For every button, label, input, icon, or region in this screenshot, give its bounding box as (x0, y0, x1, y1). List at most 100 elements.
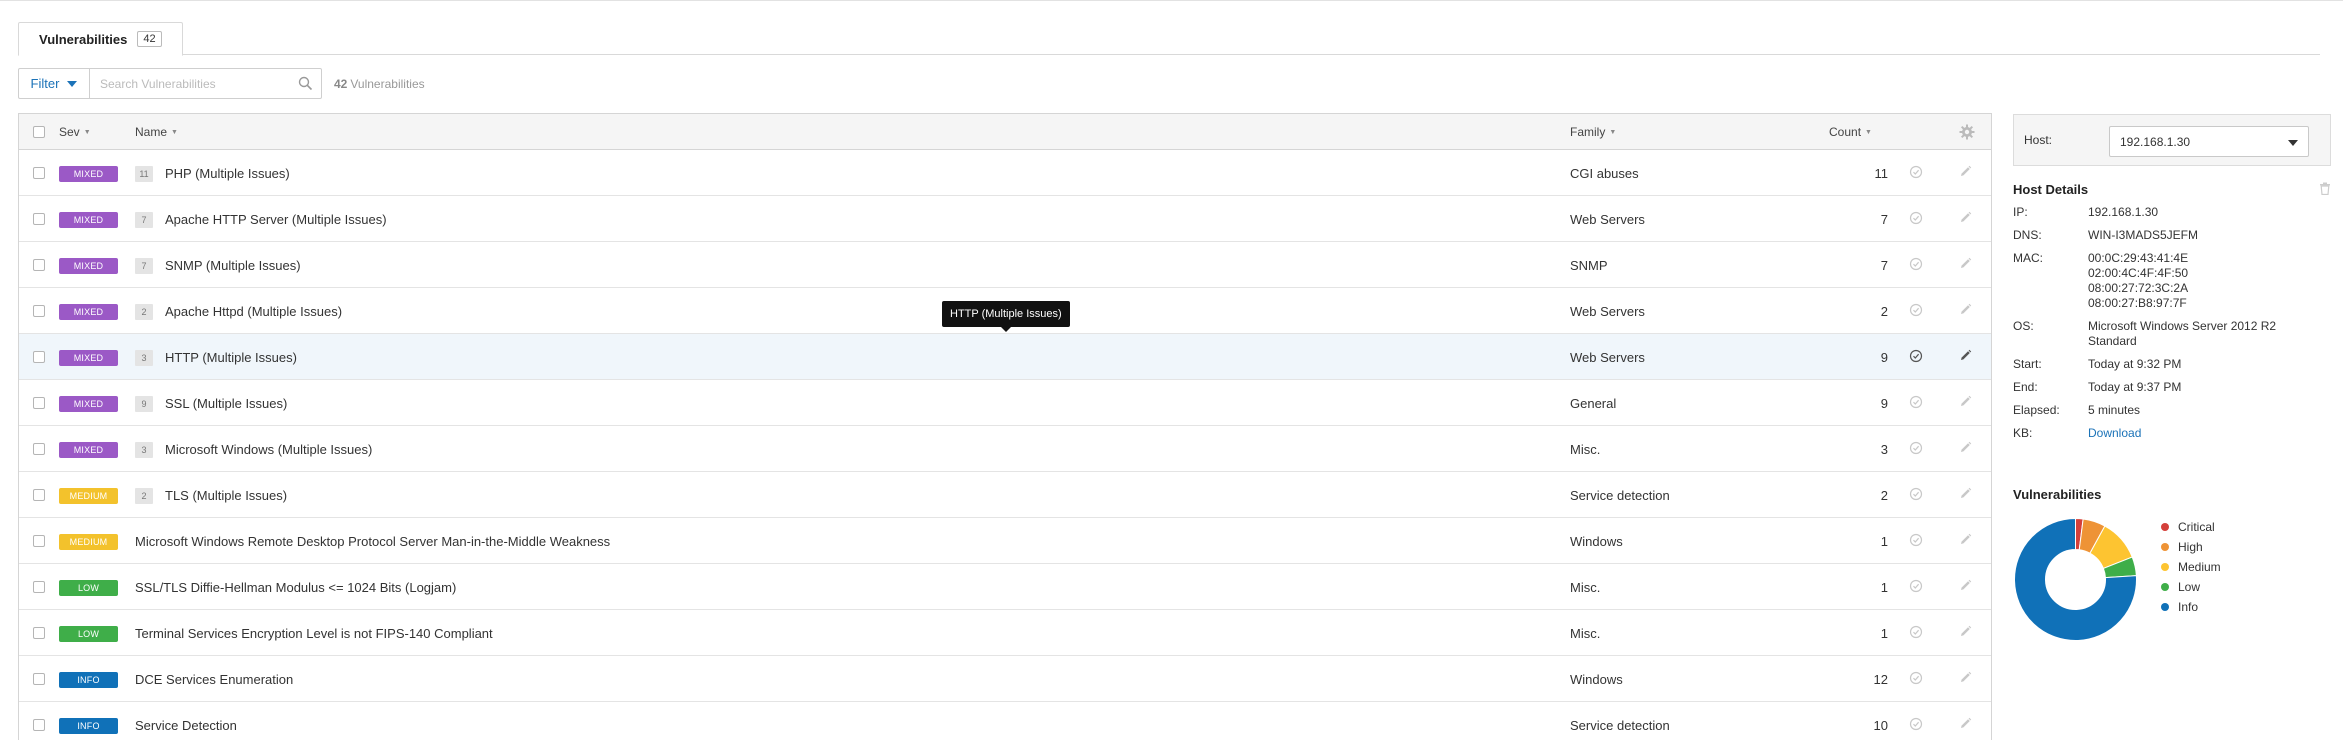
pencil-icon[interactable] (1959, 533, 1972, 549)
pencil-icon[interactable] (1959, 441, 1972, 457)
table-row[interactable]: LOW Terminal Services Encryption Level is… (19, 610, 1991, 656)
vulnerability-name[interactable]: Terminal Services Encryption Level is no… (135, 610, 493, 656)
filter-button[interactable]: Filter (18, 68, 90, 99)
check-circle-icon[interactable] (1909, 349, 1923, 366)
vulnerability-name[interactable]: Service Detection (135, 702, 237, 740)
check-circle-icon[interactable] (1909, 395, 1923, 412)
table-row[interactable]: MIXED 7 Apache HTTP Server (Multiple Issue… (19, 196, 1991, 242)
vulnerability-name[interactable]: SSL (Multiple Issues) (165, 380, 287, 426)
row-checkbox[interactable] (33, 673, 45, 685)
table-row[interactable]: MIXED 9 SSL (Multiple Issues) General 9 (19, 380, 1991, 426)
pencil-icon[interactable] (1959, 211, 1972, 227)
table-row[interactable]: MIXED 3 HTTP (Multiple Issues) Web Servers 9 (19, 334, 1991, 380)
table-row[interactable]: LOW SSL/TLS Diffie-Hellman Modulus <= 102… (19, 564, 1991, 610)
row-checkbox[interactable] (33, 627, 45, 639)
sort-icon: ▼ (1865, 128, 1872, 136)
table-row[interactable]: INFO Service Detection Service detection 10 (19, 702, 1991, 740)
vulnerability-name[interactable]: PHP (Multiple Issues) (165, 150, 290, 196)
legend-label: Info (2178, 600, 2199, 614)
pencil-icon[interactable] (1959, 487, 1972, 503)
row-checkbox[interactable] (33, 719, 45, 731)
table-row[interactable]: MIXED 11 PHP (Multiple Issues) CGI abuses 11 (19, 150, 1991, 196)
legend-dot (2161, 543, 2169, 551)
column-count[interactable]: Count ▼ (1829, 114, 1872, 150)
check-circle-icon[interactable] (1909, 579, 1923, 596)
download-link[interactable]: Download (2088, 426, 2141, 440)
vulnerability-name[interactable]: SNMP (Multiple Issues) (165, 242, 301, 288)
row-checkbox[interactable] (33, 443, 45, 455)
column-settings-gear-icon[interactable] (1959, 114, 1975, 150)
vulnerability-family: Windows (1570, 671, 1623, 687)
vulnerability-count-cell: 1 (1880, 625, 1888, 641)
legend-item[interactable]: Low (2161, 577, 2221, 597)
row-checkbox[interactable] (33, 581, 45, 593)
tab-label: Vulnerabilities (39, 31, 128, 47)
table-header: Sev ▼ Name ▼ Family ▼ Count ▼ (19, 114, 1991, 150)
row-checkbox[interactable] (33, 213, 45, 225)
pencil-icon[interactable] (1959, 625, 1972, 641)
check-circle-icon[interactable] (1909, 671, 1923, 688)
check-circle-icon[interactable] (1909, 487, 1923, 504)
table-row[interactable]: INFO DCE Services Enumeration Windows 12 (19, 656, 1991, 702)
vulnerability-name[interactable]: Microsoft Windows Remote Desktop Protoco… (135, 518, 610, 564)
table-row[interactable]: MIXED 3 Microsoft Windows (Multiple Issues… (19, 426, 1991, 472)
pencil-icon[interactable] (1959, 717, 1972, 733)
trash-icon[interactable] (2319, 182, 2331, 195)
check-circle-icon[interactable] (1909, 211, 1923, 228)
column-name[interactable]: Name ▼ (135, 114, 178, 150)
check-circle-icon[interactable] (1909, 441, 1923, 458)
severity-badge: MIXED (59, 258, 118, 274)
vulnerability-name[interactable]: DCE Services Enumeration (135, 656, 293, 702)
check-circle-icon[interactable] (1909, 165, 1923, 182)
table-row[interactable]: MEDIUM Microsoft Windows Remote Desktop P… (19, 518, 1991, 564)
vulnerability-name[interactable]: HTTP (Multiple Issues) (165, 334, 297, 380)
pencil-icon[interactable] (1959, 257, 1972, 273)
vulnerability-name[interactable]: Apache Httpd (Multiple Issues) (165, 288, 342, 334)
select-all-checkbox[interactable] (33, 114, 45, 150)
severity-badge: MEDIUM (59, 534, 118, 550)
check-circle-icon[interactable] (1909, 257, 1923, 274)
pencil-icon[interactable] (1959, 303, 1972, 319)
pencil-icon[interactable] (1959, 165, 1972, 181)
host-detail-key: DNS: (2013, 228, 2042, 242)
tab-vulnerabilities[interactable]: Vulnerabilities 42 (18, 22, 183, 56)
host-select[interactable]: 192.168.1.30 (2109, 126, 2309, 157)
caret-down-icon (67, 80, 78, 87)
legend-item[interactable]: Critical (2161, 517, 2221, 537)
check-circle-icon[interactable] (1909, 717, 1923, 734)
table-row[interactable]: MIXED 7 SNMP (Multiple Issues) SNMP 7 (19, 242, 1991, 288)
severity-badge: MEDIUM (59, 488, 118, 504)
legend-item[interactable]: High (2161, 537, 2221, 557)
host-detail-key: OS: (2013, 319, 2034, 333)
row-checkbox[interactable] (33, 351, 45, 363)
row-checkbox[interactable] (33, 259, 45, 271)
pencil-icon[interactable] (1959, 395, 1972, 411)
vulnerability-name[interactable]: Microsoft Windows (Multiple Issues) (165, 426, 372, 472)
host-detail-row: OS: Microsoft Windows Server 2012 R2 Stan… (2013, 319, 2331, 349)
search-input[interactable] (90, 69, 321, 98)
pencil-icon[interactable] (1959, 579, 1972, 595)
vulnerability-name[interactable]: TLS (Multiple Issues) (165, 472, 287, 518)
row-checkbox[interactable] (33, 167, 45, 179)
vulnerability-name[interactable]: SSL/TLS Diffie-Hellman Modulus <= 1024 B… (135, 564, 456, 610)
row-checkbox[interactable] (33, 489, 45, 501)
host-detail-value: Microsoft Windows Server 2012 R2 Standar… (2088, 319, 2277, 348)
row-checkbox[interactable] (33, 535, 45, 547)
check-circle-icon[interactable] (1909, 625, 1923, 642)
vulnerability-name[interactable]: Apache HTTP Server (Multiple Issues) (165, 196, 387, 242)
row-checkbox[interactable] (33, 397, 45, 409)
vulnerability-count-cell: 2 (1880, 487, 1888, 503)
column-family[interactable]: Family ▼ (1570, 114, 1616, 150)
group-count-badge: 3 (135, 442, 153, 458)
host-detail-row: MAC: 00:0C:29:43:41:4E 02:00:4C:4F:4F:50 … (2013, 251, 2331, 311)
check-circle-icon[interactable] (1909, 303, 1923, 320)
search-icon[interactable] (298, 76, 313, 91)
pencil-icon[interactable] (1959, 349, 1972, 365)
pencil-icon[interactable] (1959, 671, 1972, 687)
row-checkbox[interactable] (33, 305, 45, 317)
table-row[interactable]: MEDIUM 2 TLS (Multiple Issues) Service dete… (19, 472, 1991, 518)
check-circle-icon[interactable] (1909, 533, 1923, 550)
legend-item[interactable]: Info (2161, 597, 2221, 617)
column-sev[interactable]: Sev ▼ (59, 114, 91, 150)
legend-item[interactable]: Medium (2161, 557, 2221, 577)
